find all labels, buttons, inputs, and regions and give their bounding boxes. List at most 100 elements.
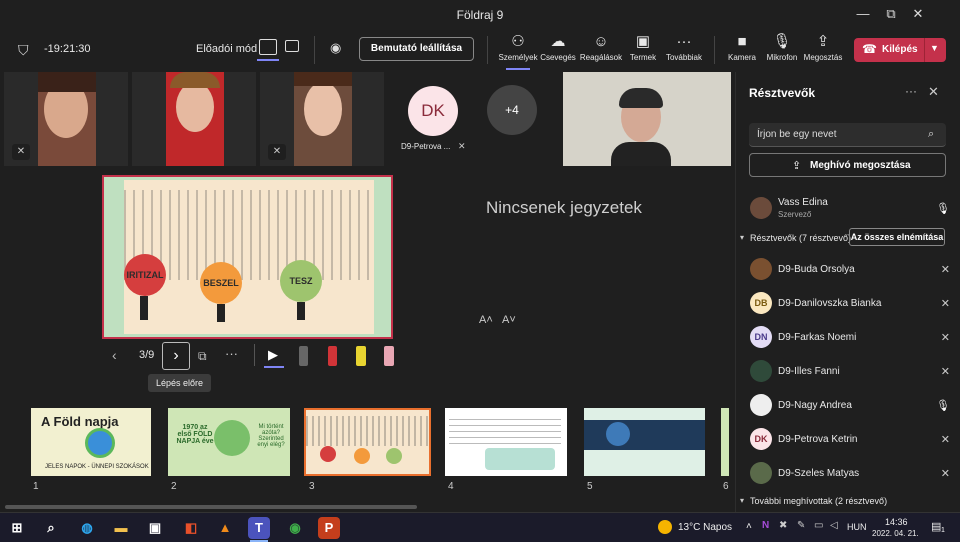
invited-section-label[interactable]: További meghívottak (2 résztvevő)	[750, 496, 887, 506]
chevron-down-icon[interactable]: ▼	[930, 43, 939, 53]
participant-row[interactable]: DB D9-Danilovszka Bianka ✕	[748, 287, 958, 321]
more-participants-bubble[interactable]: +4	[487, 85, 537, 135]
chat-button[interactable]: ☁ Csevegés	[535, 32, 581, 68]
avatar: DN	[750, 326, 772, 348]
chevron-up-icon[interactable]: ˄	[746, 521, 752, 532]
language-indicator[interactable]: HUN	[847, 522, 867, 532]
shield-icon: ⛉	[18, 42, 29, 58]
slide-thumbnail-5[interactable]	[584, 408, 705, 476]
more-icon[interactable]: ···	[905, 84, 917, 98]
previous-slide-button[interactable]: ‹	[112, 347, 117, 363]
eraser-icon[interactable]	[384, 346, 394, 366]
maximize-button[interactable]: ⧉	[883, 6, 899, 22]
taskbar: ⊞ ⌕ ◍ ▬ ▣ ◧ ▲ T ◉ P 13°C Napos ˄ N ✖ ✎ ▭…	[0, 512, 960, 542]
vlc-icon[interactable]: ▲	[214, 517, 236, 539]
close-button[interactable]: ✕	[910, 6, 926, 22]
weather-text[interactable]: 13°C Napos	[678, 522, 732, 533]
store-icon[interactable]: ▣	[144, 517, 166, 539]
tray-icon[interactable]: ✖	[779, 520, 787, 531]
slide-counter: 3/9	[139, 349, 155, 361]
collapse-chevron-icon[interactable]: ▾	[740, 233, 744, 242]
pen-red-icon[interactable]	[328, 346, 337, 366]
volume-icon[interactable]: ◁	[830, 520, 838, 531]
slide-thumbnail-1[interactable]: A Föld napja JELES NAPOK - ÜNNEPI SZOKÁS…	[31, 408, 151, 476]
divider	[924, 38, 925, 62]
network-icon[interactable]: ▭	[814, 520, 823, 531]
muted-mic-icon: ✕	[940, 332, 950, 344]
close-icon[interactable]: ✕	[928, 84, 939, 100]
leave-button[interactable]: ☎ Kilépés ▼	[854, 38, 946, 62]
rooms-button[interactable]: ▣ Termek	[620, 32, 666, 68]
file-explorer-icon[interactable]: ▬	[110, 517, 132, 539]
participant-row[interactable]: D9-Nagy Andrea 🎙	[748, 389, 958, 423]
pen-tray-icon[interactable]: ✎	[797, 520, 805, 531]
edge-icon[interactable]: ◍	[76, 517, 98, 539]
stop-presenting-button[interactable]: Bemutató leállítása	[359, 37, 474, 61]
avatar: DK	[750, 428, 772, 450]
increase-font-button[interactable]: A˅	[502, 314, 516, 326]
slide-word-1: IRITIZAL	[124, 254, 166, 296]
slide-thumbnail-6[interactable]	[721, 408, 729, 476]
search-input[interactable]: Írjon be egy nevet ⌕	[749, 123, 946, 147]
slide-thumbnail-4[interactable]	[445, 408, 567, 476]
notification-icon[interactable]: ▤	[931, 520, 941, 533]
pen-black-icon[interactable]	[299, 346, 308, 366]
video-tile[interactable]	[132, 72, 256, 166]
organizer-row[interactable]: Vass Edina Szervező 🎙	[748, 192, 958, 226]
participant-row[interactable]: D9-Szeles Matyas ✕	[748, 457, 958, 491]
minimize-button[interactable]: —	[855, 6, 871, 22]
hangup-icon: ☎	[862, 42, 877, 56]
participant-row[interactable]: DN D9-Farkas Noemi ✕	[748, 321, 958, 355]
divider	[487, 36, 488, 64]
mute-all-button[interactable]: Az összes elnémítása	[849, 228, 945, 246]
onenote-icon[interactable]: N	[762, 520, 769, 531]
microphone-icon: 🎙	[936, 203, 950, 215]
title-bar: Földraj 9 — ⧉ ✕	[0, 0, 960, 28]
powerpoint-icon[interactable]: P	[318, 517, 340, 539]
next-slide-button[interactable]: ›	[162, 342, 190, 370]
search-icon[interactable]: ⌕	[40, 517, 62, 539]
more-options-icon[interactable]: ···	[225, 346, 238, 361]
divider	[714, 36, 715, 64]
participant-row[interactable]: DK D9-Petrova Ketrin ✕	[748, 423, 958, 457]
slide-thumbnail-3[interactable]	[304, 408, 431, 476]
collapse-chevron-icon[interactable]: ▾	[740, 496, 744, 505]
decrease-font-button[interactable]: A˄	[479, 314, 493, 326]
presenter-view-icon[interactable]	[259, 39, 277, 55]
windows-start-icon[interactable]: ⊞	[6, 517, 28, 539]
video-tile-dk[interactable]: DK D9-Petrova ... ✕	[388, 72, 476, 166]
invite-button[interactable]: ⇪ Meghívó megosztása	[749, 153, 946, 177]
pointer-icon[interactable]: ▶	[268, 347, 278, 363]
sun-icon	[658, 520, 672, 534]
tile-name: D9-Petrova ...	[401, 142, 451, 151]
notes-empty-label: Nincsenek jegyzetek	[486, 198, 642, 217]
share-button[interactable]: ⇪ Megosztás	[800, 32, 846, 68]
clock-date[interactable]: 2022. 04. 21.	[872, 529, 919, 538]
search-icon: ⌕	[928, 128, 935, 140]
office-icon[interactable]: ◧	[180, 517, 202, 539]
participants-section-label[interactable]: Résztvevők (7 résztvevő)	[750, 233, 851, 243]
slide-grid-icon[interactable]: ⧉	[198, 349, 207, 364]
thumbnail-number: 6	[723, 481, 729, 492]
reactions-button[interactable]: ☺ Reagálások	[578, 32, 624, 68]
microphone-button[interactable]: 🎙 Mikrofon	[759, 32, 805, 68]
meeting-toolbar: ⛉ -19:21:30 Előadói mód ◉ Bemutató leáll…	[0, 28, 960, 72]
more-button[interactable]: ··· Továbbiak	[661, 32, 707, 68]
clock-time[interactable]: 14:36	[885, 517, 908, 527]
thumbnail-scrollbar[interactable]	[5, 505, 417, 509]
video-tile[interactable]: ✕	[260, 72, 384, 166]
participant-row[interactable]: D9-Buda Orsolya ✕	[748, 253, 958, 287]
video-tile[interactable]: ✕	[4, 72, 128, 166]
muted-mic-icon: ✕	[940, 434, 950, 446]
participant-row[interactable]: D9-Illes Fanni ✕	[748, 355, 958, 389]
slide-thumbnail-2[interactable]: 1970 az első FÖLD NAPJA éve Mi történt a…	[168, 408, 290, 476]
standout-view-icon[interactable]	[285, 40, 299, 52]
microphone-icon: 🎙	[772, 33, 792, 50]
presenter-video[interactable]	[563, 72, 731, 166]
tooltip: Lépés előre	[148, 374, 212, 392]
eye-icon[interactable]: ◉	[330, 40, 341, 56]
muted-mic-icon: ✕	[268, 144, 286, 160]
highlighter-icon[interactable]	[356, 346, 366, 366]
teams-icon[interactable]: T	[248, 517, 270, 539]
chrome-icon[interactable]: ◉	[284, 517, 306, 539]
